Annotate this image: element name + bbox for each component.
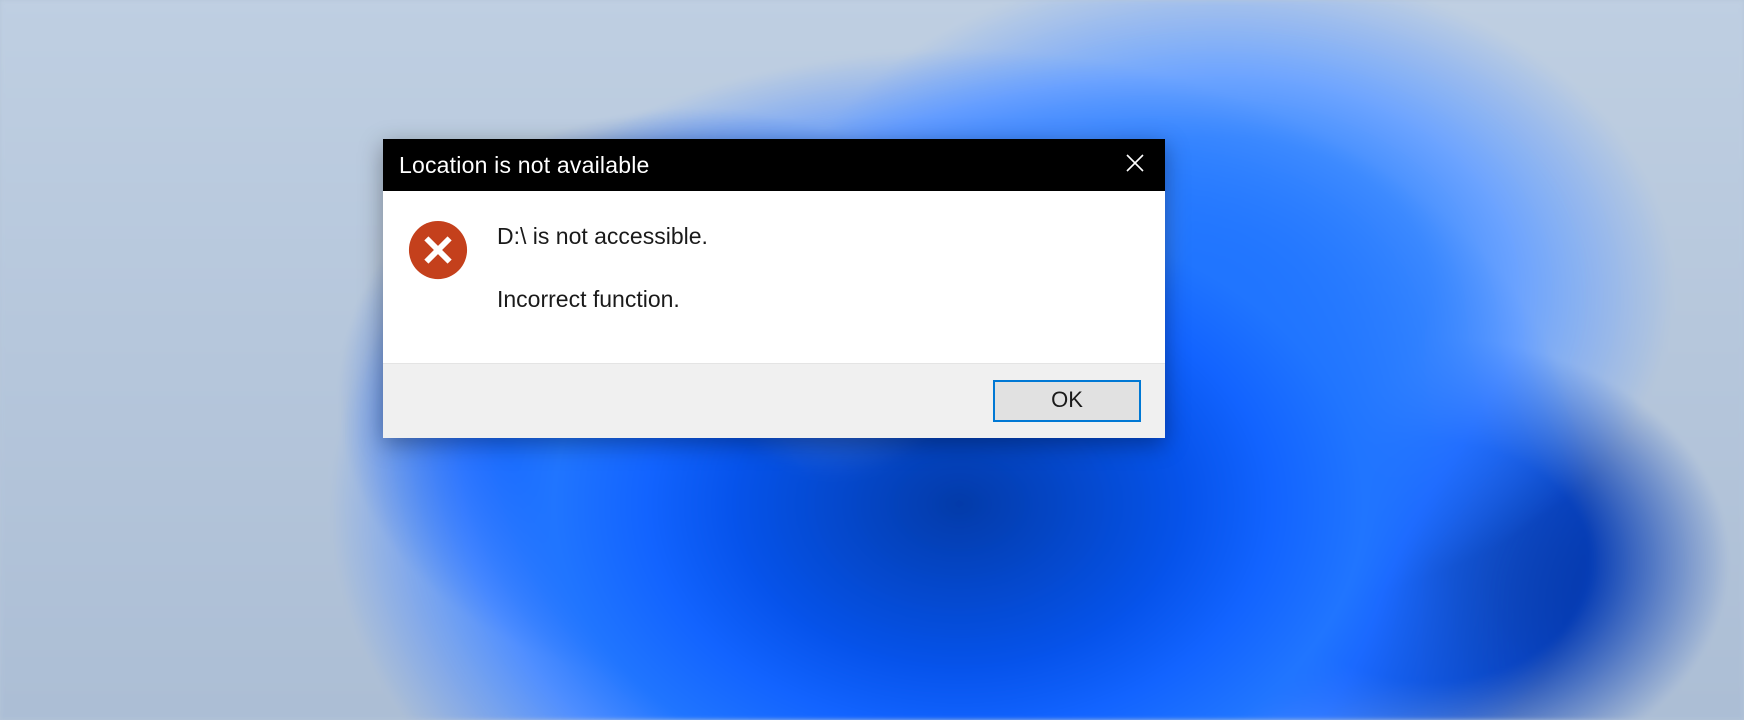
close-icon (1125, 153, 1145, 178)
dialog-message-primary: D:\ is not accessible. (497, 221, 708, 252)
dialog-message-secondary: Incorrect function. (497, 284, 708, 315)
dialog-text: D:\ is not accessible. Incorrect functio… (497, 219, 708, 315)
error-icon (407, 219, 469, 315)
close-button[interactable] (1105, 139, 1165, 191)
dialog-body: D:\ is not accessible. Incorrect functio… (383, 191, 1165, 363)
ok-button[interactable]: OK (993, 380, 1141, 422)
dialog-title: Location is not available (399, 152, 650, 179)
dialog-titlebar: Location is not available (383, 139, 1165, 191)
dialog-actions: OK (383, 363, 1165, 438)
error-dialog: Location is not available D:\ is not acc… (383, 139, 1165, 438)
